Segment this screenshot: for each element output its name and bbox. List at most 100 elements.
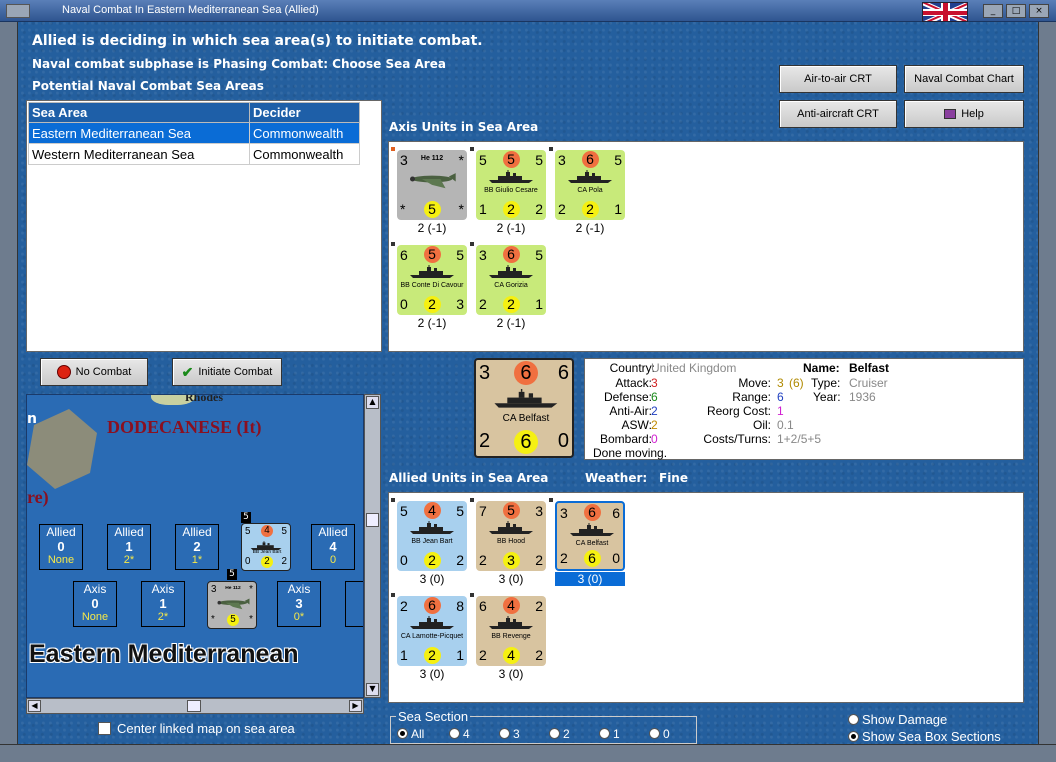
map-region-fragment: re) (27, 487, 49, 507)
scroll-down-arrow-icon[interactable]: ▼ (366, 683, 379, 696)
radio-button[interactable] (397, 728, 408, 739)
map-unit-jean-bart[interactable]: 5 5 0 2 4 2 BB Jean Bart (241, 523, 291, 571)
unit-marker-icon (390, 592, 396, 598)
minimize-button[interactable]: _ (983, 4, 1003, 18)
ship-icon (250, 538, 282, 551)
system-menu-button[interactable] (6, 4, 30, 18)
radio-button[interactable] (449, 728, 460, 739)
sea-area-title: Eastern Mediterranean (29, 640, 299, 668)
map-ship-attack: 4 (261, 525, 273, 537)
radio-label: 2 (563, 727, 570, 741)
info-year: 1936 (849, 390, 876, 404)
dodecanese-label: DODECANESE (It) (107, 417, 262, 437)
radio-button[interactable] (599, 728, 610, 739)
radio-button[interactable] (499, 728, 510, 739)
map-air-name: He 112 (225, 585, 241, 591)
allied-unit-caption: 3 (0) (498, 667, 524, 681)
allied-unit-defense: 2 (423, 552, 441, 569)
unit-marker-icon (548, 146, 554, 152)
maximize-button[interactable]: □ (1006, 4, 1026, 18)
aircraft-icon (214, 595, 252, 610)
map-horizontal-scrollbar[interactable]: ◀ ▶ (26, 698, 364, 714)
allied-sea-box[interactable]: Allied 4 0 (311, 524, 355, 570)
allied-sea-box[interactable]: Allied 0 None (39, 524, 83, 570)
selected-unit-name: CA Belfast (502, 412, 550, 424)
allied-sea-box[interactable]: Allied 2 1* (175, 524, 219, 570)
axis-unit-card[interactable]: 5 5 1 2 5 2 BB Giulio Cesare (476, 150, 546, 220)
axis-sea-box[interactable]: Axis 1 2* (141, 581, 185, 627)
allied-sea-box[interactable]: Allied 1 2* (107, 524, 151, 570)
axis-box-count: 0* (293, 611, 305, 623)
vertical-scroll-thumb[interactable] (366, 513, 379, 527)
allied-unit-br: 0 (612, 550, 620, 566)
show-sections-radio[interactable] (848, 731, 859, 742)
axis-unit-caption: 2 (-1) (496, 316, 526, 330)
allied-unit-card[interactable]: 6 2 2 2 4 4 BB Revenge (476, 596, 546, 666)
allied-unit-card[interactable]: 3 6 2 0 6 6 CA Belfast (555, 501, 625, 571)
ship-icon (488, 265, 534, 279)
horizontal-scroll-thumb[interactable] (187, 700, 201, 712)
axis-unit-name: He 112 (420, 155, 444, 162)
axis-unit-card[interactable]: 6 5 0 3 5 2 BB Conte Di Cavour (397, 245, 467, 315)
info-defense: 6 (651, 390, 658, 404)
help-button[interactable]: Help (904, 100, 1024, 128)
show-damage-option[interactable]: Show Damage (848, 712, 947, 727)
axis-unit-tr: 5 (456, 247, 464, 263)
allied-unit-defense: 4 (502, 647, 520, 664)
allied-unit-caption: 3 (0) (498, 572, 524, 586)
book-icon (944, 109, 957, 119)
window-controls: _ □ × (983, 4, 1049, 18)
air-to-air-crt-button[interactable]: Air-to-air CRT (779, 65, 897, 93)
sea-section-option-3[interactable]: 3 (499, 727, 520, 741)
weather-label: Weather: (585, 471, 648, 485)
table-row[interactable]: Eastern Mediterranean Sea Commonwealth (28, 122, 360, 144)
sea-section-option-1[interactable]: 1 (599, 727, 620, 741)
axis-unit-card[interactable]: 3 5 2 1 6 2 CA Pola (555, 150, 625, 220)
radio-button[interactable] (549, 728, 560, 739)
axis-sea-box[interactable]: A (345, 581, 363, 627)
axis-unit-attack: 6 (502, 246, 520, 263)
axis-unit-card[interactable]: 3 * * * 5 He 112 (397, 150, 467, 220)
map-vertical-scrollbar[interactable]: ▲ ▼ (364, 394, 381, 698)
axis-sea-box[interactable]: Axis 3 0* (277, 581, 321, 627)
axis-box-label: Axis (151, 582, 175, 596)
sea-section-option-All[interactable]: All (397, 727, 424, 741)
axis-sea-box[interactable]: Axis 0 None (73, 581, 117, 627)
axis-unit-defense: 2 (502, 201, 520, 218)
scroll-up-arrow-icon[interactable]: ▲ (366, 396, 379, 409)
anti-aircraft-crt-button[interactable]: Anti-aircraft CRT (779, 100, 897, 128)
allied-unit-attack: 4 (423, 502, 441, 519)
show-sections-option[interactable]: Show Sea Box Sections (848, 729, 1001, 744)
axis-box-level: 1 (159, 596, 167, 611)
map-unit-he112[interactable]: 3 * * * 5 He 112 (207, 581, 257, 629)
axis-unit-card[interactable]: 3 5 2 1 6 2 CA Gorizia (476, 245, 546, 315)
allied-units-label: Allied Units in Sea Area (389, 471, 549, 485)
axis-unit-br: 1 (614, 201, 622, 217)
axis-unit-tr: 5 (614, 152, 622, 168)
unit-marker-icon (469, 241, 475, 247)
scroll-right-arrow-icon[interactable]: ▶ (349, 700, 362, 712)
sea-section-option-0[interactable]: 0 (649, 727, 670, 741)
allied-unit-card[interactable]: 7 3 2 2 5 3 BB Hood (476, 501, 546, 571)
allied-unit-tl: 2 (400, 598, 408, 614)
sea-section-option-2[interactable]: 2 (549, 727, 570, 741)
map-ship-defense: 2 (261, 556, 273, 568)
allied-unit-card[interactable]: 2 8 1 1 6 2 CA Lamotte-Picquet (397, 596, 467, 666)
linked-map[interactable]: Rhodes n DODECANESE (It) re) Allied 0 None… (26, 394, 364, 698)
radio-button[interactable] (649, 728, 660, 739)
allied-unit-card[interactable]: 5 5 0 2 4 2 BB Jean Bart (397, 501, 467, 571)
axis-unit-name: CA Gorizia (494, 282, 528, 289)
allied-unit-tr: 5 (456, 503, 464, 519)
center-map-checkbox[interactable] (98, 722, 111, 735)
scroll-left-arrow-icon[interactable]: ◀ (28, 700, 41, 712)
ship-icon (488, 170, 534, 184)
show-damage-radio[interactable] (848, 714, 859, 725)
map-ship-bl: 0 (245, 556, 251, 567)
sea-section-option-4[interactable]: 4 (449, 727, 470, 741)
no-combat-button[interactable]: No Combat (40, 358, 148, 386)
naval-combat-chart-button[interactable]: Naval Combat Chart (904, 65, 1024, 93)
close-button[interactable]: × (1029, 4, 1049, 18)
initiate-combat-button[interactable]: ✔ Initiate Combat (172, 358, 282, 386)
table-row[interactable]: Western Mediterranean Sea Commonwealth (28, 143, 360, 165)
axis-unit-tr: 5 (535, 247, 543, 263)
